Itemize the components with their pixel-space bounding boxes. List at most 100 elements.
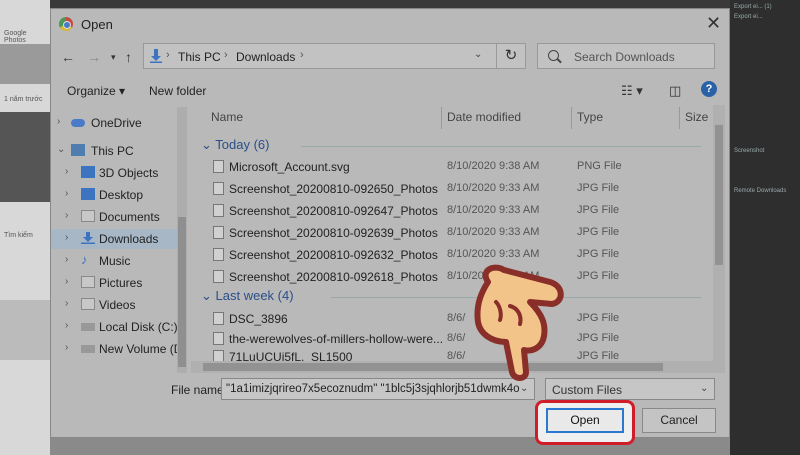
- nav-item-local-disk[interactable]: › Local Disk (C:): [51, 317, 178, 337]
- file-name: Screenshot_20200810-092647_Photos: [229, 204, 438, 218]
- column-separator[interactable]: [441, 107, 442, 129]
- close-icon[interactable]: ✕: [706, 13, 721, 34]
- file-name: 71LuUCUi5fL._SL1500: [229, 350, 353, 361]
- expand-chevron-icon[interactable]: ›: [65, 298, 68, 309]
- nav-item-onedrive[interactable]: › OneDrive: [51, 113, 177, 133]
- scrollbar-thumb[interactable]: [178, 217, 186, 367]
- background-text: Remote Downloads: [734, 188, 787, 194]
- new-folder-button[interactable]: New folder: [149, 84, 206, 98]
- view-options-icon[interactable]: ☷ ▾: [621, 83, 643, 99]
- column-separator[interactable]: [679, 107, 680, 129]
- recent-locations-chevron-icon[interactable]: ▾: [111, 52, 116, 63]
- expand-chevron-icon[interactable]: ›: [65, 188, 68, 199]
- expand-chevron-icon[interactable]: ›: [57, 116, 60, 127]
- nav-item-label: Downloads: [99, 232, 159, 246]
- nav-item-music[interactable]: › ♪ Music: [51, 251, 177, 271]
- file-type: JPG File: [577, 270, 620, 282]
- file-row[interactable]: Screenshot_20200810-092618_Photos 8/10/20…: [191, 267, 711, 287]
- nav-item-downloads[interactable]: › Downloads: [51, 229, 177, 249]
- group-header-today[interactable]: ⌄ Today (6): [201, 137, 269, 153]
- file-name: DSC_3896: [229, 312, 288, 326]
- nav-item-label: Desktop: [99, 188, 144, 202]
- file-icon: [213, 160, 224, 173]
- column-header-size[interactable]: Size: [685, 110, 708, 134]
- nav-item-label: OneDrive: [91, 116, 142, 130]
- scrollbar-thumb[interactable]: [715, 125, 723, 265]
- breadcrumb-separator-icon: ›: [224, 49, 228, 61]
- expand-chevron-icon[interactable]: ›: [65, 166, 68, 177]
- title-bar: Open ✕: [51, 9, 731, 39]
- help-icon[interactable]: ?: [701, 81, 717, 97]
- collapse-chevron-icon: ⌄: [201, 288, 216, 303]
- file-list-vertical-scrollbar[interactable]: [713, 105, 725, 373]
- cloud-icon: [71, 119, 85, 127]
- file-date: 8/10/2020 9:33 AM: [447, 204, 540, 216]
- expand-chevron-icon[interactable]: ›: [65, 342, 68, 353]
- dialog-title: Open: [81, 17, 113, 32]
- expand-chevron-icon[interactable]: ›: [65, 320, 68, 331]
- search-placeholder: Search Downloads: [574, 50, 675, 64]
- expand-chevron-icon[interactable]: ›: [65, 210, 68, 221]
- file-row[interactable]: Screenshot_20200810-092632_Photos 8/10/20…: [191, 245, 711, 265]
- expand-chevron-icon[interactable]: ›: [65, 254, 68, 265]
- column-header-name[interactable]: Name: [211, 110, 243, 134]
- download-arrow-icon: [150, 49, 162, 63]
- forward-arrow-icon[interactable]: →: [87, 49, 101, 65]
- disk-icon: [81, 345, 95, 353]
- breadcrumb-downloads[interactable]: Downloads: [236, 50, 295, 64]
- file-icon: [213, 332, 224, 345]
- nav-item-label: This PC: [91, 144, 134, 158]
- file-icon: [213, 182, 224, 195]
- group-divider: [301, 146, 701, 147]
- open-button[interactable]: Open: [546, 408, 624, 433]
- nav-item-this-pc[interactable]: ⌄ This PC: [51, 141, 177, 161]
- breadcrumb-this-pc[interactable]: This PC: [178, 50, 221, 64]
- file-row[interactable]: Microsoft_Account.svg 8/10/2020 9:38 AM PN…: [191, 157, 711, 177]
- breadcrumb-separator-icon: ›: [300, 49, 304, 61]
- refresh-button[interactable]: ↻: [496, 43, 526, 69]
- file-type: JPG File: [577, 312, 620, 324]
- file-type: JPG File: [577, 332, 620, 344]
- file-row[interactable]: 71LuUCUi5fL._SL1500 8/6/JPG File: [191, 347, 711, 361]
- file-list-horizontal-scrollbar[interactable]: [191, 361, 713, 373]
- background-text: Google Photos: [4, 30, 27, 44]
- nav-item-documents[interactable]: › Documents: [51, 207, 177, 227]
- pc-icon: [71, 144, 85, 156]
- file-row[interactable]: Screenshot_20200810-092639_Photos 8/10/20…: [191, 223, 711, 243]
- back-arrow-icon[interactable]: ←: [61, 49, 75, 65]
- up-arrow-icon[interactable]: ↑: [125, 49, 132, 65]
- column-header-date[interactable]: Date modified: [447, 110, 521, 134]
- nav-item-label: Pictures: [99, 276, 143, 290]
- cancel-button[interactable]: Cancel: [642, 408, 716, 433]
- search-input[interactable]: Search Downloads: [537, 43, 715, 69]
- nav-item-desktop[interactable]: › Desktop: [51, 185, 177, 205]
- file-type-filter-value: Custom Files: [552, 383, 623, 397]
- expand-chevron-icon[interactable]: ›: [65, 276, 68, 287]
- chevron-down-icon[interactable]: ⌄: [520, 383, 528, 394]
- address-dropdown-icon[interactable]: ⌄: [474, 49, 482, 60]
- file-row[interactable]: the-werewolves-of-millers-hollow-were...…: [191, 329, 711, 349]
- file-row[interactable]: Screenshot_20200810-092650_Photos 8/10/20…: [191, 179, 711, 199]
- nav-item-new-volume[interactable]: › New Volume (D:: [51, 339, 186, 359]
- file-type: JPG File: [577, 248, 620, 260]
- group-header-label: Last week (4): [215, 288, 294, 303]
- background-text: Screenshot: [734, 148, 765, 154]
- expand-chevron-icon[interactable]: ›: [65, 232, 68, 243]
- nav-item-3d-objects[interactable]: › 3D Objects: [51, 163, 177, 183]
- collapse-chevron-icon[interactable]: ⌄: [57, 144, 65, 155]
- nav-item-pictures[interactable]: › Pictures: [51, 273, 177, 293]
- address-bar[interactable]: › This PC › Downloads › ⌄: [143, 43, 523, 69]
- organize-button[interactable]: Organize ▾: [67, 84, 125, 98]
- file-row[interactable]: DSC_3896 8/6/JPG File: [191, 309, 711, 329]
- navigation-pane-scrollbar[interactable]: [177, 107, 187, 373]
- group-header-last-week[interactable]: ⌄ Last week (4): [201, 288, 294, 304]
- file-name: Screenshot_20200810-092650_Photos: [229, 182, 438, 196]
- nav-item-videos[interactable]: › Videos: [51, 295, 177, 315]
- background-text: 1 năm trước: [4, 96, 43, 103]
- column-header-type[interactable]: Type: [577, 110, 603, 134]
- preview-pane-icon[interactable]: ◫: [669, 83, 681, 99]
- nav-item-label: New Volume (D:: [99, 342, 186, 356]
- column-separator[interactable]: [571, 107, 572, 129]
- file-row[interactable]: Screenshot_20200810-092647_Photos 8/10/20…: [191, 201, 711, 221]
- scrollbar-thumb[interactable]: [203, 363, 663, 371]
